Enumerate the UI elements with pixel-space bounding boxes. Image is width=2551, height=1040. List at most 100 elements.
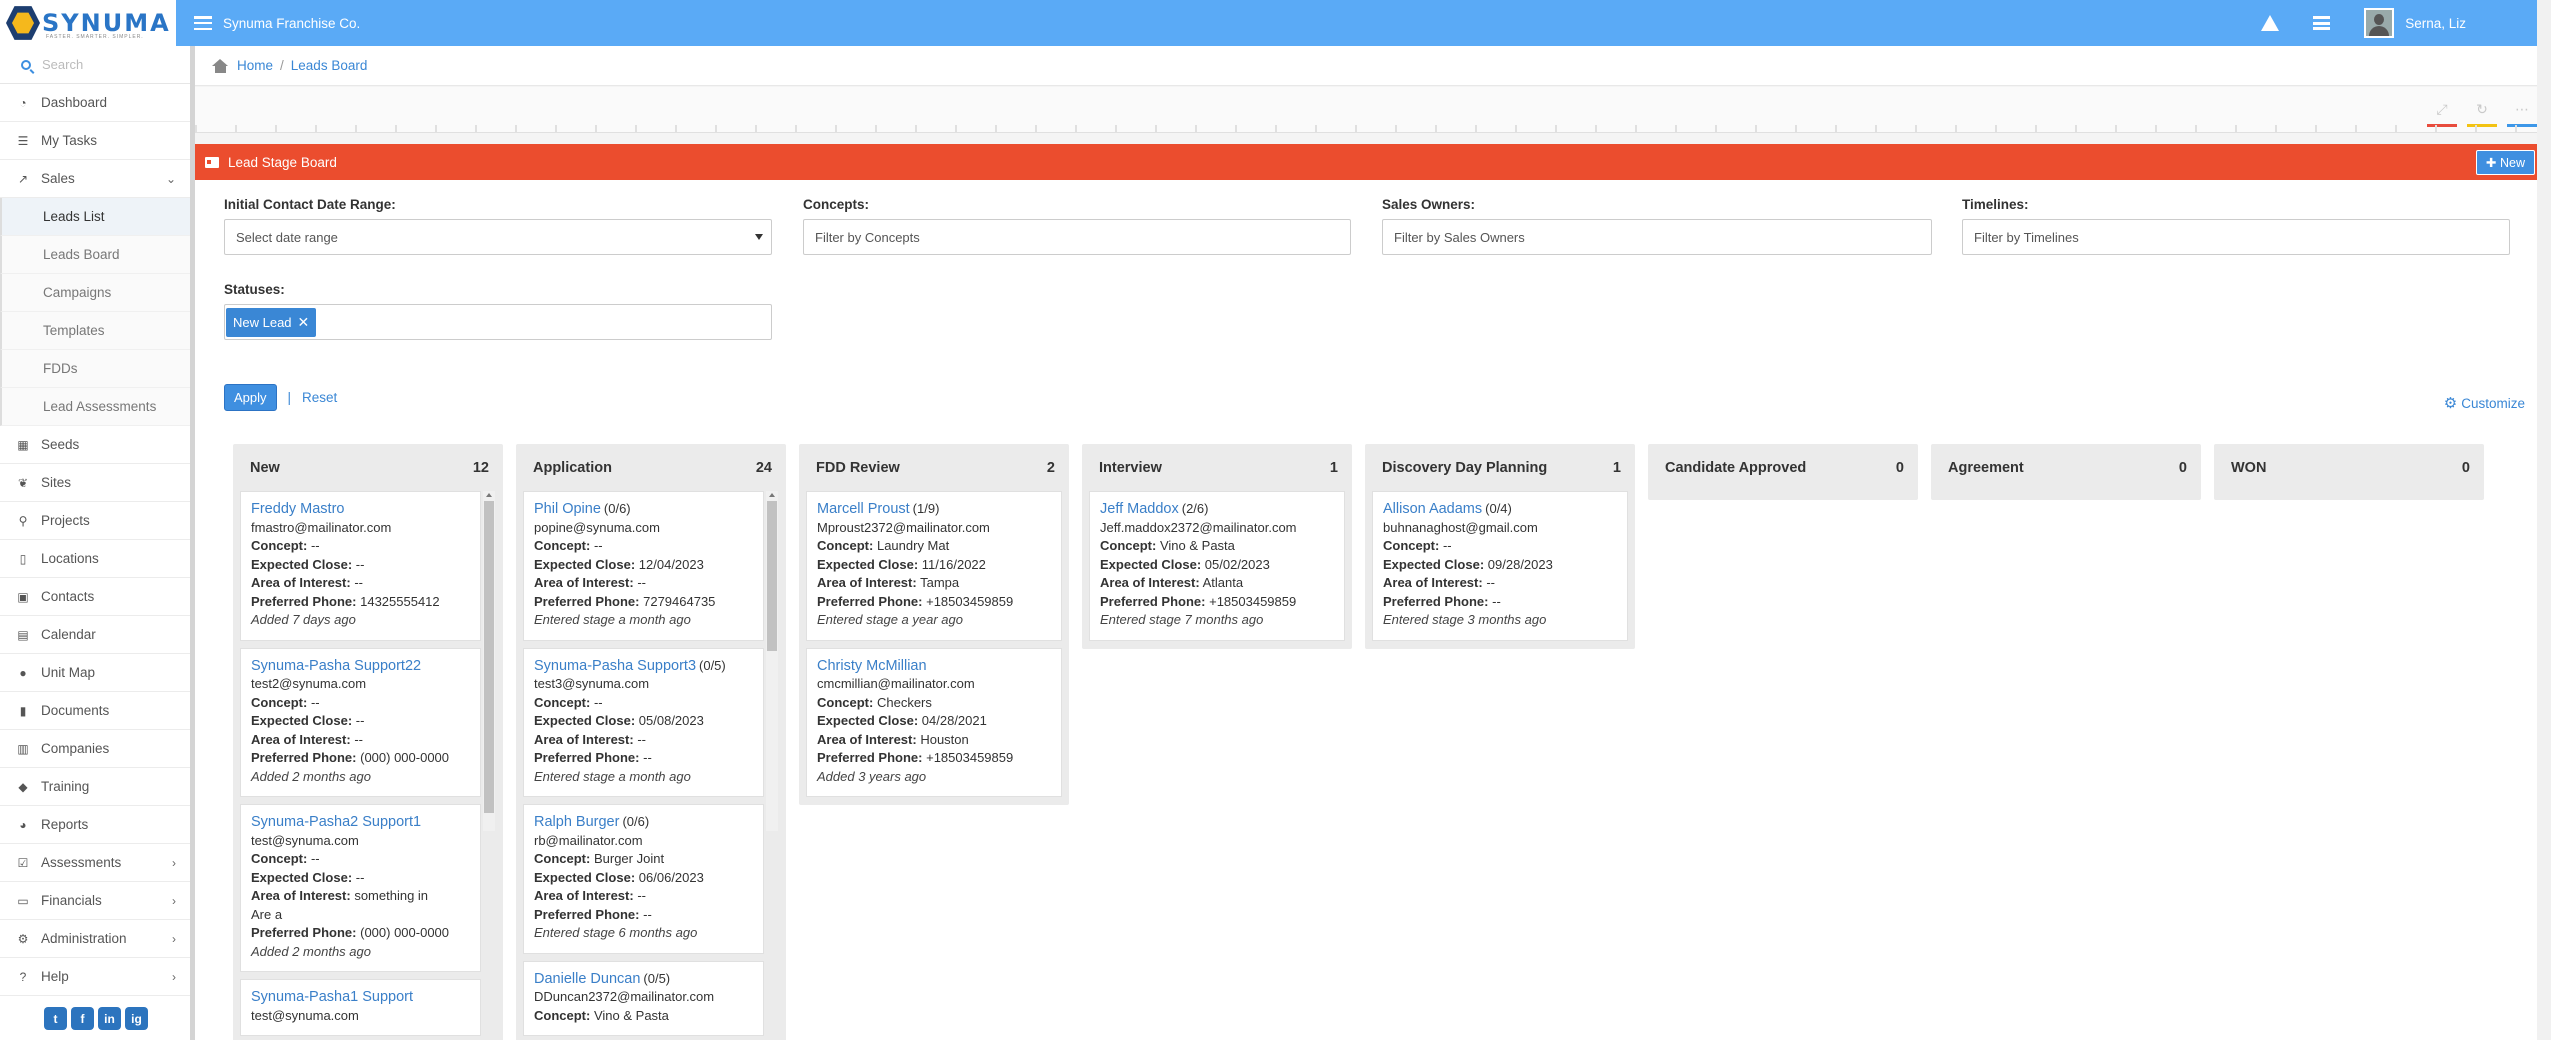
- remove-tag-icon[interactable]: ✕: [298, 314, 310, 331]
- lead-name-link[interactable]: Ralph Burger: [534, 814, 619, 830]
- column-count: 1: [1329, 459, 1338, 476]
- collapse-icon[interactable]: ⋯: [2507, 101, 2537, 127]
- search-input[interactable]: [42, 57, 182, 72]
- top-bar: SYNUMA FASTER. SMARTER. SIMPLER. Synuma …: [0, 0, 2537, 46]
- sidebar-subitem-lead-assessments[interactable]: Lead Assessments: [0, 388, 190, 426]
- apply-button[interactable]: Apply: [224, 384, 277, 411]
- document-icon: ▮: [19, 703, 27, 718]
- breadcrumb-current[interactable]: Leads Board: [291, 58, 368, 73]
- column-header: Interview 1: [1099, 459, 1338, 476]
- sidebar-item-sales[interactable]: ↗ Sales ⌄: [0, 160, 190, 198]
- dashboard-icon: ◔: [19, 95, 27, 110]
- column-count: 24: [755, 459, 772, 476]
- sidebar-item-administration[interactable]: ⚙ Administration ›: [0, 920, 190, 958]
- new-lead-button[interactable]: ✚ New: [2476, 149, 2535, 175]
- avatar[interactable]: [2364, 8, 2395, 38]
- lead-name-link[interactable]: Jeff Maddox: [1100, 501, 1179, 517]
- sidebar-item-sites[interactable]: ❦ Sites: [0, 464, 190, 502]
- sidebar-item-documents[interactable]: ▮ Documents: [0, 692, 190, 730]
- column-count: 0: [2178, 459, 2187, 476]
- lead-name-link[interactable]: Freddy Mastro: [251, 501, 344, 517]
- sidebar-item-training[interactable]: ◆ Training: [0, 768, 190, 806]
- home-icon[interactable]: [212, 58, 229, 73]
- list-icon[interactable]: [2313, 16, 2331, 30]
- status-tag-new-lead: New Lead ✕: [226, 307, 317, 337]
- column-header: WON 0: [2231, 459, 2470, 476]
- breadcrumb: Home / Leads Board: [195, 46, 2537, 86]
- plus-icon: ✚: [2486, 155, 2500, 170]
- sidebar-item-projects[interactable]: ⚲ Projects: [0, 502, 190, 540]
- sidebar-subitem-campaigns[interactable]: Campaigns: [0, 274, 190, 312]
- column-header: Application 24: [533, 459, 772, 476]
- sidebar-subitem-leads-board[interactable]: Leads Board: [0, 236, 190, 274]
- instagram-icon[interactable]: ig: [125, 1007, 148, 1030]
- synuma-logo[interactable]: SYNUMA FASTER. SMARTER. SIMPLER.: [0, 0, 176, 46]
- lead-card: Synuma-Pasha Support3 (0/5) test3@synuma.…: [523, 647, 764, 797]
- statuses-multiselect[interactable]: New Lead ✕: [224, 304, 772, 340]
- hamburger-menu-icon[interactable]: [194, 16, 212, 30]
- sidebar-subitem-leads-list[interactable]: Leads List: [0, 198, 190, 236]
- sidebar-item-locations[interactable]: ▯ Locations: [0, 540, 190, 578]
- column-count: 0: [2461, 459, 2470, 476]
- lead-name-link[interactable]: Danielle Duncan: [534, 971, 640, 987]
- sidebar-subitem-templates[interactable]: Templates: [0, 312, 190, 350]
- sidebar-item-my-tasks[interactable]: ☰ My Tasks: [0, 122, 190, 160]
- sidebar-item-reports[interactable]: ◕ Reports: [0, 806, 190, 844]
- sidebar-item-dashboard[interactable]: ◔ Dashboard: [0, 84, 190, 122]
- sidebar-item-companies[interactable]: ▥ Companies: [0, 730, 190, 768]
- panel-title: Lead Stage Board: [228, 154, 337, 170]
- sales-owners-input[interactable]: [1394, 229, 1931, 245]
- sidebar-subitem-fdds[interactable]: FDDs: [0, 350, 190, 388]
- column-header: FDD Review 2: [816, 459, 1055, 476]
- timelines-input[interactable]: [1974, 229, 2509, 245]
- twitter-icon[interactable]: t: [44, 1007, 67, 1030]
- logo-hex-icon: [6, 6, 40, 40]
- user-name[interactable]: Serna, Liz: [2405, 16, 2466, 31]
- sidebar-item-seeds[interactable]: ▦ Seeds: [0, 426, 190, 464]
- linkedin-icon[interactable]: in: [98, 1007, 121, 1030]
- sidebar-item-contacts[interactable]: ▣ Contacts: [0, 578, 190, 616]
- column-scrollbar[interactable]: [766, 491, 778, 831]
- lead-card: Danielle Duncan (0/5) DDuncan2372@mailina…: [523, 960, 764, 1036]
- graduation-icon: ◆: [18, 779, 28, 794]
- page-scrollbar[interactable]: [2537, 0, 2551, 1040]
- date-range-select[interactable]: Select date range: [224, 219, 772, 255]
- reset-link[interactable]: Reset: [302, 390, 337, 405]
- caret-down-icon: [755, 234, 763, 240]
- lead-name-link[interactable]: Phil Opine: [534, 501, 601, 517]
- lead-name-link[interactable]: Synuma-Pasha1 Support: [251, 989, 413, 1005]
- sidebar-item-help[interactable]: ? Help ›: [0, 958, 190, 996]
- sidebar-item-financials[interactable]: ▭ Financials ›: [0, 882, 190, 920]
- lead-name-link[interactable]: Marcell Proust: [817, 501, 910, 517]
- facebook-icon[interactable]: f: [71, 1007, 94, 1030]
- sidebar-item-assessments[interactable]: ☑ Assessments ›: [0, 844, 190, 882]
- search-icon: [21, 59, 31, 70]
- concepts-input[interactable]: [815, 229, 1350, 245]
- chevron-down-icon: ⌄: [165, 171, 176, 186]
- lead-name-link[interactable]: Christy McMillian: [817, 658, 927, 674]
- logo-text: SYNUMA: [42, 9, 171, 37]
- leaf-icon: ❦: [17, 475, 29, 490]
- lead-name-link[interactable]: Synuma-Pasha2 Support1: [251, 814, 421, 830]
- column-count: 0: [1895, 459, 1904, 476]
- column-scrollbar[interactable]: [483, 491, 495, 831]
- customize-link[interactable]: ⚙ Customize: [2444, 394, 2525, 412]
- breadcrumb-home[interactable]: Home: [237, 58, 273, 73]
- lead-name-link[interactable]: Synuma-Pasha Support3: [534, 658, 696, 674]
- lead-name-link[interactable]: Synuma-Pasha Support22: [251, 658, 421, 674]
- lead-card: Phil Opine (0/6) popine@synuma.com Concep…: [523, 491, 764, 641]
- tasks-icon: ☰: [17, 133, 29, 148]
- sidebar-item-unit-map[interactable]: ● Unit Map: [0, 654, 190, 692]
- timelines-filter: Timelines:: [1962, 197, 2510, 255]
- warning-icon[interactable]: [2261, 15, 2280, 31]
- sidebar-item-calendar[interactable]: ▤ Calendar: [0, 616, 190, 654]
- board-column-application: Application 24 Phil Opine (0/6) popine@sy…: [516, 444, 786, 1040]
- expand-icon[interactable]: ⤢: [2427, 101, 2457, 127]
- id-card-icon: [205, 156, 219, 168]
- refresh-icon[interactable]: ↻: [2467, 101, 2497, 127]
- board-column-interview: Interview 1 Jeff Maddox (2/6) Jeff.maddox…: [1082, 444, 1352, 649]
- column-header: Discovery Day Planning 1: [1382, 459, 1621, 476]
- lead-name-link[interactable]: Allison Aadams: [1383, 501, 1482, 517]
- date-range-filter: Initial Contact Date Range: Select date …: [224, 197, 772, 255]
- company-icon: ▥: [17, 741, 29, 756]
